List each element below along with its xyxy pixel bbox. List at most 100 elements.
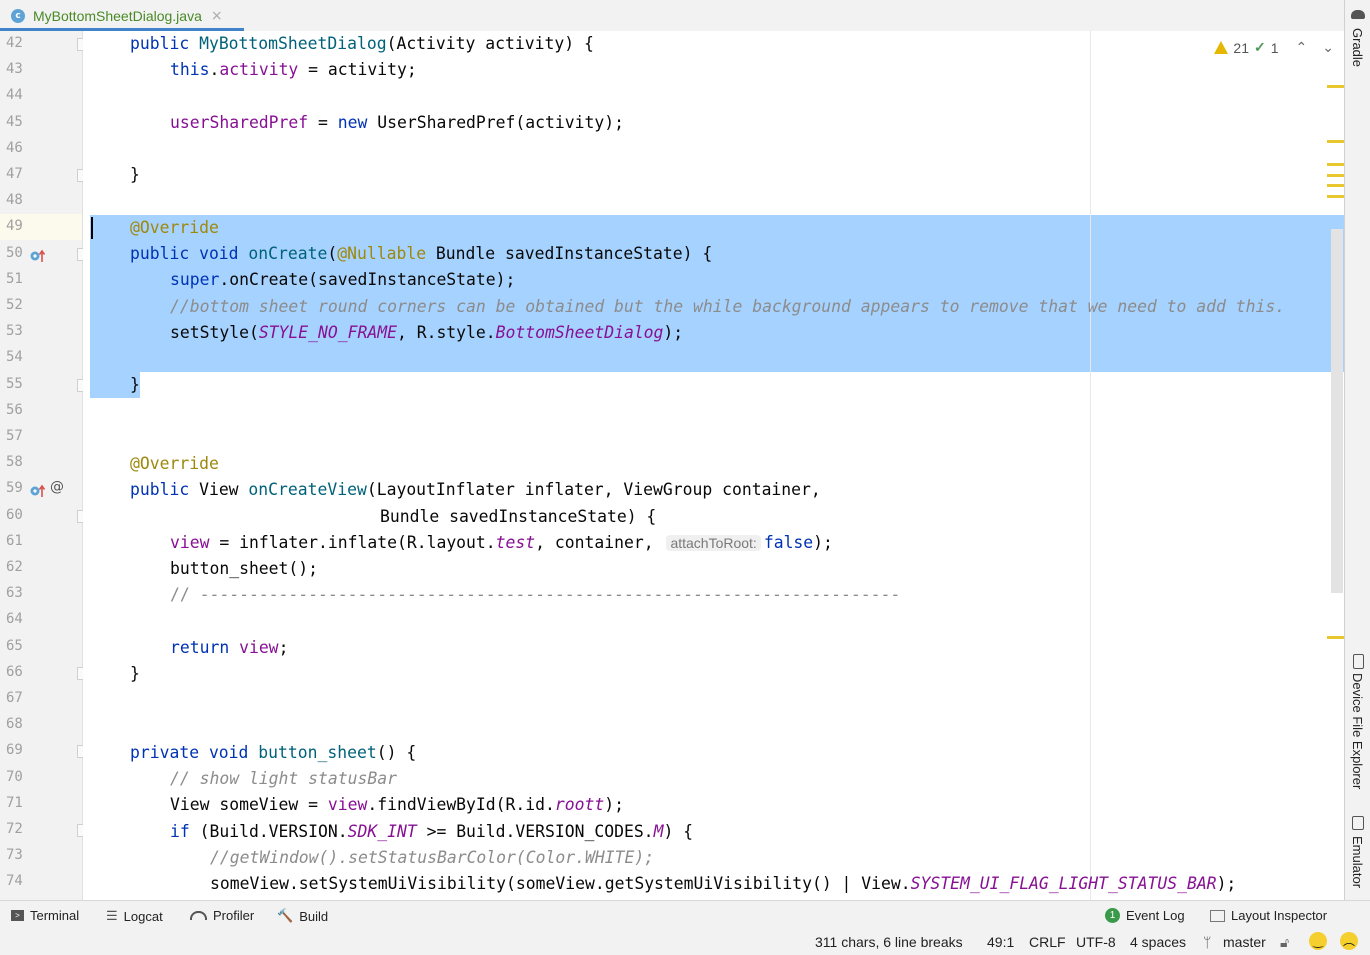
line-number: 64: [6, 611, 23, 628]
layout-inspector-icon: [1210, 909, 1225, 922]
warning-stripe[interactable]: [1327, 184, 1344, 187]
emulator-icon: [1352, 816, 1364, 830]
gutter-line[interactable]: 53: [0, 319, 82, 345]
gutter-line[interactable]: 68: [0, 712, 82, 738]
gutter-line[interactable]: 49: [0, 214, 82, 241]
warning-stripe[interactable]: [1327, 195, 1344, 198]
gutter-line[interactable]: 67: [0, 686, 82, 712]
tool-window-logcat[interactable]: ☰ Logcat: [106, 908, 163, 924]
status-bar: 311 chars, 6 line breaks 49:1 CRLF UTF-8…: [0, 930, 1370, 955]
vertical-scrollbar-thumb[interactable]: [1331, 229, 1343, 593]
code-line-52: //bottom sheet round corners can be obta…: [170, 297, 1286, 316]
tool-window-device-file-explorer[interactable]: Device File Explorer: [1350, 673, 1365, 789]
line-number: 70: [6, 768, 23, 785]
code-line-60: Bundle savedInstanceState) {: [380, 507, 657, 526]
gutter-line[interactable]: 44: [0, 83, 82, 109]
tool-window-layout-inspector[interactable]: Layout Inspector: [1210, 908, 1327, 923]
editor-tab[interactable]: c MyBottomSheetDialog.java ×: [0, 0, 244, 32]
code-line-45: userSharedPref = new UserSharedPref(acti…: [170, 113, 624, 132]
text-caret: [91, 217, 93, 239]
editor-tab-bar: c MyBottomSheetDialog.java ×: [0, 0, 1344, 32]
gutter-line[interactable]: 74: [0, 869, 82, 895]
gutter-line[interactable]: 61: [0, 529, 82, 555]
line-number: 69: [6, 742, 23, 759]
gutter-line[interactable]: 66: [0, 660, 88, 686]
line-number: 47: [6, 166, 23, 182]
previous-highlight-icon[interactable]: ⌃: [1296, 39, 1308, 56]
unlock-icon[interactable]: 🔓︎: [1280, 934, 1289, 951]
tool-window-gradle[interactable]: Gradle: [1350, 28, 1365, 67]
gutter-line[interactable]: 62: [0, 555, 82, 581]
line-number: 59: [6, 480, 23, 497]
gutter-line[interactable]: 51: [0, 267, 82, 293]
inspection-widget[interactable]: 21 ✓ 1 ⌃ ⌄: [1214, 39, 1334, 56]
gutter-line[interactable]: 43: [0, 57, 82, 83]
code-line-49: @Override: [130, 218, 219, 237]
gutter-line[interactable]: 56: [0, 398, 82, 424]
gutter-line[interactable]: 46: [0, 136, 82, 162]
selection-info: 311 chars, 6 line breaks: [815, 934, 963, 950]
code-line-70: // show light statusBar: [170, 769, 397, 788]
tool-window-build[interactable]: 🔨 Build: [277, 908, 328, 924]
gutter-line[interactable]: 71: [0, 791, 82, 817]
tool-window-emulator[interactable]: Emulator: [1350, 836, 1365, 888]
gradle-elephant-icon: [1351, 10, 1365, 19]
line-number: 44: [6, 87, 23, 104]
file-encoding[interactable]: UTF-8: [1076, 934, 1116, 950]
layout-inspector-label: Layout Inspector: [1231, 908, 1328, 923]
override-method-icon[interactable]: [30, 483, 46, 498]
gutter-line[interactable]: 45: [0, 110, 82, 136]
line-number: 58: [6, 454, 23, 471]
gutter-line[interactable]: 63: [0, 581, 82, 607]
gutter-line[interactable]: 64: [0, 607, 82, 633]
gutter-line[interactable]: 57: [0, 424, 82, 450]
gutter-line[interactable]: 60: [0, 503, 88, 529]
line-number: 53: [6, 323, 23, 340]
gutter-line[interactable]: 58: [0, 450, 82, 476]
close-icon[interactable]: ×: [211, 8, 223, 24]
code-line-74: someView.setSystemUiVisibility(someView.…: [210, 874, 1237, 893]
next-highlight-icon[interactable]: ⌄: [1322, 39, 1334, 56]
warning-stripe[interactable]: [1327, 174, 1344, 177]
frown-feedback-icon[interactable]: ︵: [1340, 932, 1358, 950]
code-line-65: return view;: [170, 638, 289, 657]
gutter-line[interactable]: 69: [0, 738, 88, 764]
tool-window-event-log[interactable]: 1 Event Log: [1105, 908, 1185, 923]
warning-icon: [1214, 41, 1229, 54]
indent-setting[interactable]: 4 spaces: [1130, 934, 1186, 950]
gutter-line[interactable]: 65: [0, 634, 82, 660]
line-number: 55: [6, 375, 23, 392]
code-line-50: public void onCreate(@Nullable Bundle sa…: [130, 244, 713, 263]
code-editor[interactable]: public MyBottomSheetDialog(Activity acti…: [83, 31, 1344, 900]
gutter-line[interactable]: 73: [0, 843, 82, 869]
warning-stripe[interactable]: [1327, 140, 1344, 143]
code-line-58: @Override: [130, 454, 219, 473]
gutter-line[interactable]: 50: [0, 241, 88, 267]
gutter-line[interactable]: 52: [0, 293, 82, 319]
gutter-line[interactable]: 48: [0, 188, 82, 214]
tool-window-profiler[interactable]: Profiler: [190, 908, 254, 923]
gutter-line[interactable]: 47: [0, 162, 88, 188]
gutter-line[interactable]: 72: [0, 817, 88, 843]
right-tool-strip: Gradle Device File Explorer Emulator: [1344, 0, 1370, 900]
warning-stripe[interactable]: [1327, 636, 1344, 639]
git-branch[interactable]: master: [1223, 934, 1266, 950]
line-number: 71: [6, 794, 23, 811]
caret-position[interactable]: 49:1: [987, 934, 1014, 950]
gutter-line[interactable]: 59 @: [0, 476, 82, 502]
gutter-line[interactable]: 54: [0, 345, 82, 371]
code-line-61: view = inflater.inflate(R.layout.test, c…: [170, 533, 833, 552]
gutter-line[interactable]: 42: [0, 31, 88, 57]
tool-window-terminal[interactable]: > Terminal: [11, 908, 79, 923]
event-log-label: Event Log: [1126, 908, 1185, 923]
warning-stripe[interactable]: [1327, 163, 1344, 166]
gutter-line[interactable]: 70: [0, 765, 82, 791]
code-line-43: this.activity = activity;: [170, 60, 417, 79]
annotation-marker-icon[interactable]: @: [50, 479, 64, 495]
override-method-icon[interactable]: [30, 248, 46, 262]
smile-feedback-icon[interactable]: ‿: [1309, 932, 1327, 950]
gutter[interactable]: 42 43 44 45 46 47 48 49 50 51 52 53 54 55 56 57 58 59 @60 6…: [0, 31, 88, 900]
gutter-line[interactable]: 55: [0, 372, 88, 398]
warning-stripe[interactable]: [1327, 85, 1344, 88]
line-separator[interactable]: CRLF: [1029, 934, 1066, 950]
